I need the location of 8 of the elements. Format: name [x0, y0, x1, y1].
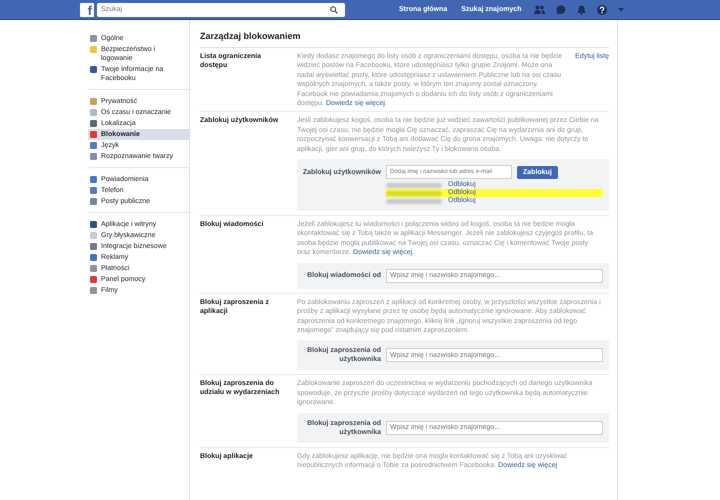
search-icon[interactable] — [330, 6, 338, 14]
dropdown-caret-icon[interactable] — [618, 8, 624, 12]
facebook-logo[interactable]: f — [80, 2, 94, 16]
friends-icon[interactable] — [534, 5, 545, 14]
page-title: Zarządzaj blokowaniem — [200, 20, 609, 48]
bell-icon[interactable] — [576, 4, 586, 14]
chat-bubble-icon[interactable] — [556, 4, 566, 14]
help-icon[interactable] — [596, 4, 607, 14]
